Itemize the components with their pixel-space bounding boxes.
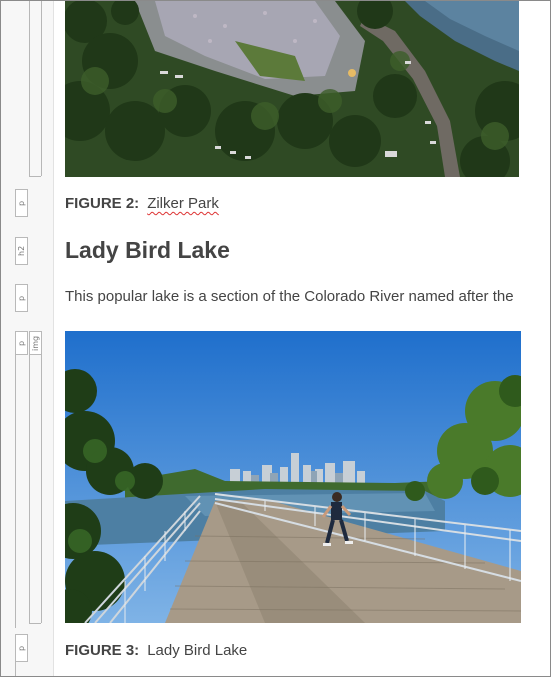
- figure-2-caption[interactable]: FIGURE 2: Zilker Park: [65, 195, 219, 212]
- figure-3-caption[interactable]: FIGURE 3: Lady Bird Lake: [65, 642, 247, 659]
- block-tag-img[interactable]: img: [29, 331, 42, 355]
- block-line: [41, 353, 42, 623]
- block-line: [29, 1, 30, 176]
- lady-bird-lake-image[interactable]: [65, 331, 521, 623]
- block-line: [29, 176, 41, 177]
- block-line: [15, 353, 16, 628]
- heading-lady-bird-lake[interactable]: Lady Bird Lake: [65, 237, 230, 264]
- block-tag-gutter: p h2 p p img p: [1, 1, 54, 676]
- block-line: [29, 353, 30, 623]
- editor-frame: p h2 p p img p FIGURE 2: Zilker Park Lad…: [0, 0, 551, 677]
- figure-2-label: FIGURE 2:: [65, 195, 140, 212]
- lady-bird-lake-boardwalk-illustration: [65, 331, 521, 623]
- block-tag-p[interactable]: p: [15, 634, 28, 662]
- figure-2-caption-text[interactable]: Zilker Park: [147, 195, 219, 212]
- paragraph-text[interactable]: This popular lake is a section of the Co…: [65, 288, 514, 305]
- zilker-park-image[interactable]: [65, 1, 519, 177]
- block-tag-p[interactable]: p: [15, 331, 28, 355]
- block-line: [15, 660, 16, 676]
- block-line: [41, 1, 42, 176]
- block-line: [29, 623, 41, 624]
- block-tag-p[interactable]: p: [15, 284, 28, 312]
- figure-3-caption-text[interactable]: Lady Bird Lake: [147, 642, 247, 659]
- zilker-park-aerial-illustration: [65, 1, 519, 177]
- block-tag-h2[interactable]: h2: [15, 237, 28, 265]
- block-tag-p[interactable]: p: [15, 189, 28, 217]
- figure-3-label: FIGURE 3:: [65, 642, 140, 659]
